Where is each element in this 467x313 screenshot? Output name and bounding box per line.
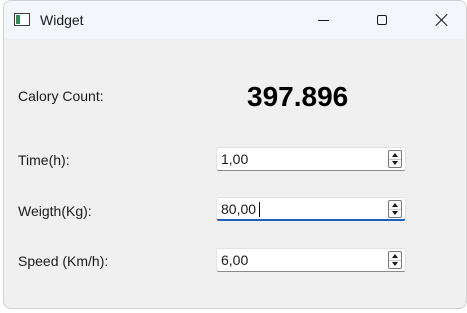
speed-input[interactable] xyxy=(221,249,381,271)
time-decrement-button[interactable] xyxy=(389,159,401,167)
arrow-up-icon xyxy=(392,203,398,207)
time-spin-buttons[interactable] xyxy=(388,150,402,168)
weight-input[interactable] xyxy=(221,198,381,220)
speed-spinbox[interactable] xyxy=(216,248,406,272)
arrow-down-icon xyxy=(392,211,398,215)
text-caret xyxy=(259,202,260,217)
window-title: Widget xyxy=(40,12,84,28)
arrow-down-icon xyxy=(392,161,398,165)
speed-decrement-button[interactable] xyxy=(389,260,401,268)
time-input[interactable] xyxy=(221,148,381,170)
arrow-down-icon xyxy=(392,262,398,266)
weight-spin-buttons[interactable] xyxy=(388,200,402,218)
speed-spin-buttons[interactable] xyxy=(388,251,402,269)
weight-label: Weigth(Kg): xyxy=(18,203,92,219)
maximize-icon xyxy=(377,15,387,25)
time-label: Time(h): xyxy=(18,152,70,168)
widget-window: Widget Calory Count: 397.896 Time(h): We… xyxy=(3,0,467,309)
title-bar[interactable]: Widget xyxy=(4,1,466,39)
weight-decrement-button[interactable] xyxy=(389,209,401,217)
speed-label: Speed (Km/h): xyxy=(18,253,109,269)
app-window-icon xyxy=(14,13,30,26)
calory-count-value: 397.896 xyxy=(247,81,349,112)
arrow-up-icon xyxy=(392,153,398,157)
calory-count-label: Calory Count: xyxy=(18,88,104,104)
arrow-up-icon xyxy=(392,254,398,258)
maximize-button[interactable] xyxy=(359,1,405,39)
close-button[interactable] xyxy=(418,1,464,39)
close-icon xyxy=(435,14,447,26)
minimize-button[interactable] xyxy=(300,1,346,39)
time-spinbox[interactable] xyxy=(216,147,406,171)
weight-spinbox[interactable] xyxy=(216,197,406,221)
minimize-icon xyxy=(317,19,329,21)
